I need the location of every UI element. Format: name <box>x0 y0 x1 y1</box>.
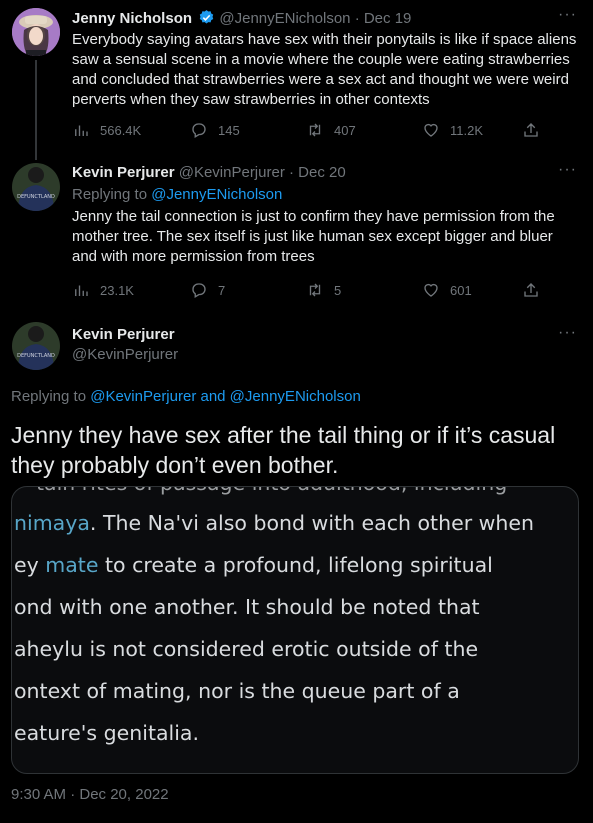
thread-connector <box>35 60 37 160</box>
retweet-button[interactable]: 407 <box>306 121 422 139</box>
views-icon <box>75 125 88 136</box>
author-name[interactable]: Kevin Perjurer <box>72 164 175 181</box>
retweet-button[interactable]: 5 <box>306 281 422 299</box>
svg-text:DEFUNCTLAND: DEFUNCTLAND <box>17 353 55 359</box>
tweet-text: Everybody saying avatars have sex with t… <box>72 31 577 108</box>
more-options-icon[interactable]: ··· <box>558 324 577 342</box>
reply-icon <box>192 283 206 298</box>
reply-icon <box>192 123 206 138</box>
views-icon <box>75 285 88 296</box>
author-handle[interactable]: @KevinPerjurer <box>179 164 285 181</box>
retweet-icon <box>309 123 321 137</box>
tweet-date[interactable]: · Dec 20 <box>289 164 346 181</box>
avatar[interactable] <box>12 8 60 56</box>
share-button[interactable] <box>522 281 540 299</box>
image-link-text: mate <box>45 553 99 577</box>
reply-button[interactable]: 7 <box>190 281 306 299</box>
tweet-text: Jenny the tail connection is just to con… <box>72 208 555 265</box>
heart-icon <box>424 283 438 297</box>
attached-image[interactable]: tain rites of passage into adulthood, in… <box>11 486 579 774</box>
replying-to: Replying to @JennyENicholson <box>72 186 283 203</box>
more-options-icon[interactable]: ··· <box>558 6 577 24</box>
like-button[interactable]: 11.2K <box>422 121 522 139</box>
share-icon <box>524 123 538 137</box>
reply-button[interactable]: 145 <box>190 121 306 139</box>
author-handle[interactable]: @KevinPerjurer <box>72 346 178 363</box>
retweet-icon <box>309 283 321 297</box>
author-name[interactable]: Jenny Nicholson <box>72 10 192 27</box>
views-button[interactable]: 23.1K <box>72 281 190 299</box>
share-button[interactable] <box>522 121 540 139</box>
heart-icon <box>424 123 438 137</box>
replying-to-link[interactable]: @JennyENicholson <box>151 186 282 203</box>
author-handle[interactable]: @JennyENicholson <box>219 10 350 27</box>
avatar[interactable]: DEFUNCTLAND <box>12 322 60 370</box>
author-name[interactable]: Kevin Perjurer <box>72 326 175 343</box>
like-button[interactable]: 601 <box>422 281 522 299</box>
replying-to-link[interactable]: @KevinPerjurer and @JennyENicholson <box>90 388 361 405</box>
image-link-text: nimaya <box>14 511 90 535</box>
tweet-text: Jenny they have sex after the tail thing… <box>11 422 556 478</box>
avatar[interactable]: DEFUNCTLAND <box>12 163 60 211</box>
replying-to: Replying to @KevinPerjurer and @JennyENi… <box>11 388 361 405</box>
more-options-icon[interactable]: ··· <box>558 161 577 179</box>
svg-text:DEFUNCTLAND: DEFUNCTLAND <box>17 194 55 200</box>
tweet-date[interactable]: · Dec 19 <box>355 10 412 27</box>
share-icon <box>524 283 538 297</box>
tweet-timestamp[interactable]: 9:30 AM · Dec 20, 2022 <box>11 786 169 803</box>
verified-badge-icon <box>198 9 215 30</box>
views-button[interactable]: 566.4K <box>72 121 190 139</box>
